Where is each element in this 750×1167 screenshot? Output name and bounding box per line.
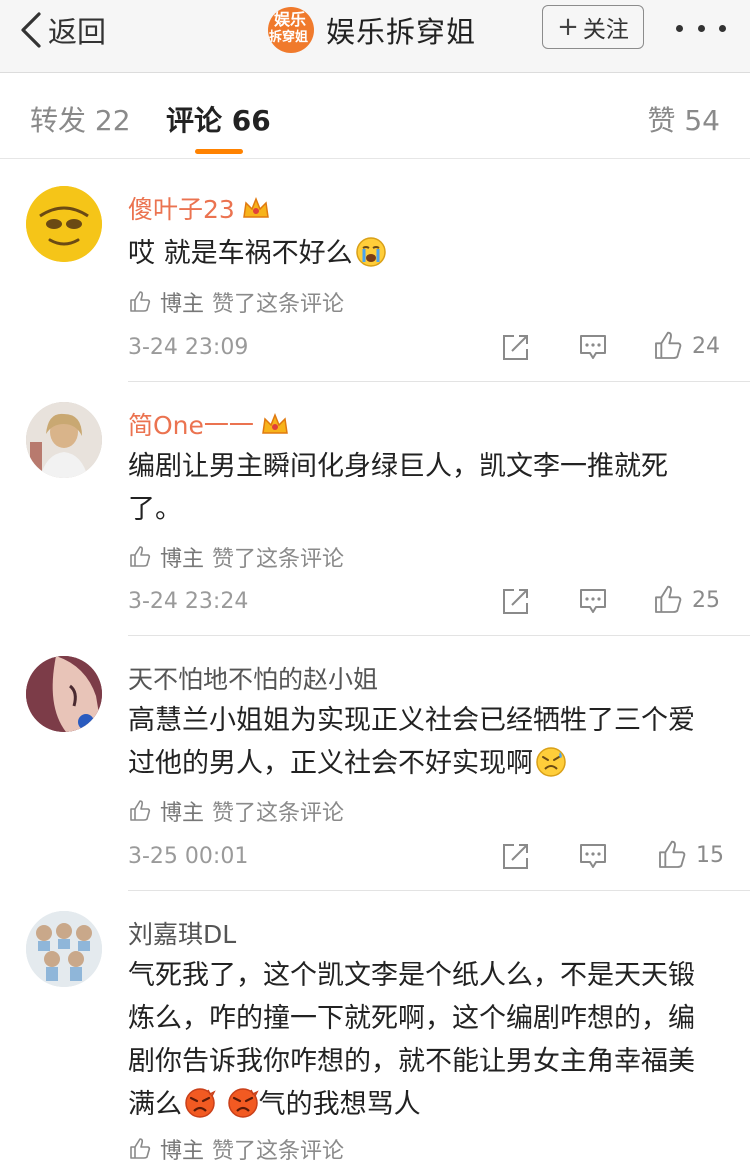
comment-username[interactable]: 天不怕地不怕的赵小姐 [128,660,378,696]
thumbs-up-icon [655,331,682,359]
crying-face-icon [355,237,386,267]
like-button[interactable]: 25 [652,584,720,616]
share-button[interactable] [501,586,531,616]
top-nav-bar: 返回 娱乐 拆穿姐 娱乐拆穿姐 + 关注 [0,0,750,73]
share-icon [503,589,528,614]
brand-logo: 娱乐 拆穿姐 [268,7,314,53]
like-button[interactable]: 24 [652,330,720,362]
comment-icon [580,844,606,868]
comment-icon [580,589,606,613]
account-name[interactable]: 娱乐拆穿姐 [326,9,476,51]
share-button[interactable] [501,332,531,362]
comment-timestamp: 3-25 00:01 [128,844,249,869]
back-button[interactable]: 返回 [20,8,106,52]
thumbs-up-icon [659,840,686,868]
more-dot-icon [697,24,705,32]
comment-text: 编剧让男主瞬间化身绿巨人，凯文李一推就死了。 [128,451,668,525]
comment-timestamp: 3-24 23:09 [128,335,249,360]
tab-repost[interactable]: 转发 22 [30,99,131,139]
avatar[interactable] [26,656,102,732]
share-button[interactable] [501,841,531,871]
page-title: 娱乐 拆穿姐 娱乐拆穿姐 [268,6,476,54]
follow-button[interactable]: + 关注 [542,5,644,49]
avatar[interactable] [26,911,102,987]
comment-text: 哎 就是车祸不好么 [128,232,718,275]
comment-text: 高慧兰小姐姐为实现正义社会已经牺牲了三个爱过他的男人，正义社会不好实现啊 [128,705,695,779]
share-icon [503,335,528,360]
sweating-face-icon [536,747,566,777]
author-liked-note: 博主 赞了这条评论 [128,286,344,318]
back-label: 返回 [48,15,107,49]
comment-icon [580,335,606,359]
comment-item: 傻叶子23 哎 就是车祸不好么 博主 赞了这条评论 3-24 23:09 24 [0,158,750,382]
thumbs-up-icon [130,291,151,312]
follow-label: 关注 [582,17,629,43]
more-options-button[interactable] [676,12,726,44]
author-liked-note: 博主 赞了这条评论 [128,795,344,827]
chevron-left-icon [21,12,41,48]
vip-crown-icon [262,412,288,434]
plus-icon: + [557,12,579,42]
more-dot-icon [676,24,683,32]
reply-button[interactable] [578,586,608,616]
comment-timestamp: 3-24 23:24 [128,589,249,614]
more-dot-icon [719,24,726,32]
comment-item: 简One一一 编剧让男主瞬间化身绿巨人，凯文李一推就死了。 博主 赞了这条评论 … [0,382,750,636]
author-liked-note: 博主 赞了这条评论 [128,541,344,573]
tab-like[interactable]: 赞 54 [647,99,720,139]
reply-button[interactable] [578,332,608,362]
like-count: 24 [692,333,720,359]
share-icon [503,844,528,869]
tab-comment[interactable]: 评论 66 [166,99,271,139]
tab-bar: 转发 22 评论 66 赞 54 [0,73,750,159]
comment-item: 天不怕地不怕的赵小姐 高慧兰小姐姐为实现正义社会已经牺牲了三个爱过他的男人，正义… [0,636,750,891]
active-tab-indicator [195,149,243,154]
like-count: 15 [696,842,724,868]
like-count: 25 [692,587,720,613]
avatar[interactable] [26,402,102,478]
reply-button[interactable] [578,841,608,871]
comment-username[interactable]: 傻叶子23 [128,190,271,226]
thumbs-up-icon [130,1138,151,1159]
angry-face-icon [185,1088,216,1118]
comment-username[interactable]: 刘嘉琪DL [128,915,236,951]
like-button[interactable]: 15 [656,839,724,871]
angry-face-icon [227,1088,259,1118]
avatar[interactable] [26,186,102,262]
comment-item: 刘嘉琪DL 气死我了，这个凯文李是个纸人么，不是天天锻炼么，咋的撞一下就死啊，这… [0,891,750,1167]
thumbs-up-icon [130,800,151,821]
comment-text: 气死我了，这个凯文李是个纸人么，不是天天锻炼么，咋的撞一下就死啊，这个编剧咋想的… [128,960,695,1120]
comment-username[interactable]: 简One一一 [128,406,290,442]
author-liked-note: 博主 赞了这条评论 [128,1133,344,1165]
thumbs-up-icon [130,546,151,567]
thumbs-up-icon [655,585,682,613]
vip-crown-icon [242,196,269,218]
